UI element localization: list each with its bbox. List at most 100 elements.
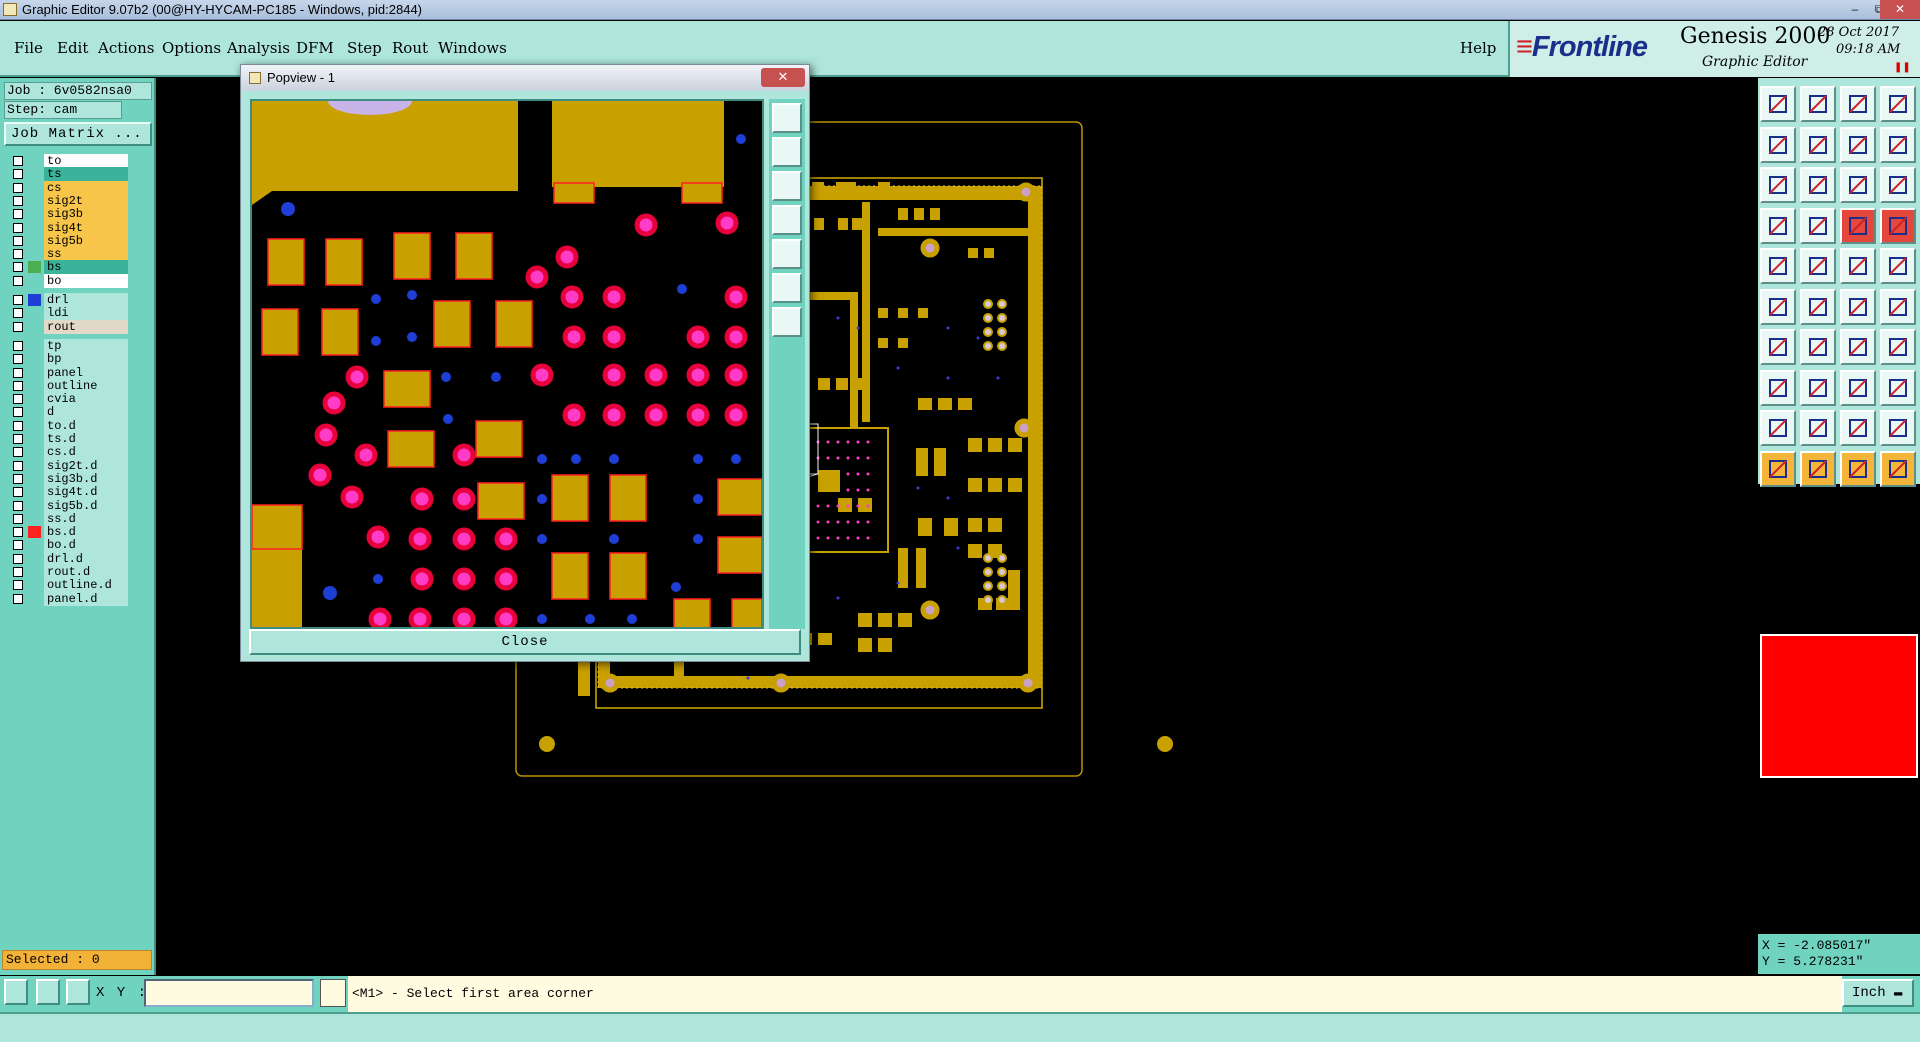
menu-file[interactable]: File — [14, 39, 43, 57]
layer-row-cs[interactable]: cs — [8, 180, 128, 195]
layer-checkbox[interactable] — [13, 527, 23, 538]
layer-checkbox[interactable] — [13, 295, 23, 305]
layer-row-sig4t[interactable]: sig4t — [8, 220, 128, 235]
layer-row-tp[interactable]: tp — [8, 338, 128, 353]
layer-name[interactable]: panel.d — [44, 591, 128, 606]
menu-edit[interactable]: Edit — [57, 39, 88, 57]
layer-checkbox[interactable] — [13, 513, 23, 524]
layer-row-bo-d[interactable]: bo.d — [8, 538, 128, 553]
layer-checkbox[interactable] — [13, 553, 23, 564]
delete-icon[interactable] — [1800, 288, 1836, 325]
popview-close-icon[interactable]: ✕ — [761, 68, 805, 87]
layer-checkbox[interactable] — [13, 460, 23, 471]
layer-name[interactable]: bo.d — [44, 538, 128, 553]
grid-icon[interactable] — [1840, 248, 1876, 284]
menu-options[interactable]: Options — [162, 39, 221, 57]
layer-checkbox[interactable] — [13, 321, 23, 332]
layer-row-ldi[interactable]: ldi — [8, 306, 128, 321]
minimize-button[interactable]: – — [1842, 0, 1868, 19]
snap-pad-icon[interactable] — [1880, 248, 1916, 284]
layer-row-sig3b-d[interactable]: sig3b.d — [8, 471, 128, 486]
menu-rout[interactable]: Rout — [392, 39, 428, 57]
connect-icon[interactable] — [1760, 288, 1796, 325]
zoom-in-icon[interactable] — [1760, 167, 1796, 203]
layer-name[interactable]: bp — [44, 352, 128, 367]
layer-checkbox[interactable] — [13, 262, 23, 273]
layer-row-sig5b-d[interactable]: sig5b.d — [8, 498, 128, 513]
popview-close-button[interactable]: Close — [249, 629, 801, 655]
layer-row-sig4t-d[interactable]: sig4t.d — [8, 485, 128, 500]
layer-row-cvia[interactable]: cvia — [8, 392, 128, 407]
popview-pan-right-icon[interactable] — [772, 239, 802, 269]
layer-checkbox[interactable] — [13, 434, 23, 444]
select-add-icon[interactable] — [1800, 450, 1836, 487]
layer-name[interactable]: ldi — [44, 306, 128, 321]
pan-icon[interactable] — [1800, 167, 1836, 203]
layer-name[interactable]: ss.d — [44, 511, 128, 526]
popview-pan-down-icon[interactable] — [772, 171, 802, 201]
grid-mode-icon[interactable] — [66, 979, 90, 1005]
resize-icon[interactable] — [1760, 369, 1796, 406]
layer-checkbox[interactable] — [13, 447, 23, 458]
group-icon[interactable] — [1880, 369, 1916, 406]
layer-name[interactable]: sig3b — [44, 207, 128, 222]
display-layer-icon[interactable] — [1760, 86, 1796, 122]
layer-name[interactable]: drl — [44, 293, 128, 307]
menu-actions[interactable]: Actions — [98, 39, 154, 57]
arc-shape-icon[interactable] — [1840, 410, 1876, 446]
layer-checkbox[interactable] — [13, 156, 23, 166]
layer-row-outline-d[interactable]: outline.d — [8, 578, 128, 593]
menu-dfm[interactable]: DFM — [296, 39, 334, 57]
layer-name[interactable]: sig2t — [44, 193, 128, 208]
layer-row-ss-d[interactable]: ss.d — [8, 511, 128, 526]
layer-row-ss[interactable]: ss — [8, 247, 128, 262]
display-next-icon[interactable] — [1800, 86, 1836, 122]
layer-name[interactable]: cvia — [44, 392, 128, 407]
layer-name[interactable]: to.d — [44, 418, 128, 433]
layer-checkbox[interactable] — [13, 473, 23, 484]
layer-row-sig2t-d[interactable]: sig2t.d — [8, 458, 128, 473]
layer-row-drl-d[interactable]: drl.d — [8, 551, 128, 566]
layer-name[interactable]: sig2t.d — [44, 458, 128, 473]
layer-row-sig2t[interactable]: sig2t — [8, 193, 128, 208]
layer-name[interactable]: bs.d — [44, 525, 128, 540]
layer-name[interactable]: panel — [44, 365, 128, 380]
layer-checkbox[interactable] — [13, 275, 23, 286]
popview-titlebar[interactable]: Popview - 1 ✕ — [241, 65, 809, 91]
zoom-home-icon[interactable] — [1840, 126, 1876, 163]
select-pointer-icon[interactable] — [1760, 450, 1796, 487]
layer-name[interactable]: ss — [44, 247, 128, 262]
rotate-icon[interactable] — [1840, 329, 1876, 365]
line-cut-icon[interactable] — [1800, 369, 1836, 406]
query-icon[interactable] — [1880, 167, 1916, 203]
layer-name[interactable]: tp — [44, 338, 128, 353]
layer-name[interactable]: bs — [44, 260, 128, 275]
popview-pan-left-icon[interactable] — [772, 205, 802, 235]
layer-checkbox[interactable] — [13, 249, 23, 260]
popview-pan-up-icon[interactable] — [772, 137, 802, 167]
layers-toggle-icon[interactable] — [1880, 207, 1916, 244]
layer-row-bp[interactable]: bp — [8, 352, 128, 367]
zoom-prev-icon[interactable] — [1760, 126, 1796, 163]
layer-row-to[interactable]: to — [8, 154, 128, 168]
layer-name[interactable]: outline.d — [44, 578, 128, 593]
snap-center-icon[interactable] — [1760, 248, 1796, 284]
menu-help[interactable]: Help — [1460, 39, 1496, 57]
move-icon[interactable] — [1880, 288, 1916, 325]
layer-row-panel[interactable]: panel — [8, 365, 128, 380]
layer-name[interactable]: sig3b.d — [44, 471, 128, 486]
scale-1-2-icon[interactable] — [1840, 167, 1876, 203]
layer-row-sig5b[interactable]: sig5b — [8, 233, 128, 248]
overview-minimap[interactable] — [1760, 634, 1918, 778]
layer-row-bo[interactable]: bo — [8, 273, 128, 288]
layer-name[interactable]: to — [44, 154, 128, 168]
layer-checkbox[interactable] — [13, 340, 23, 351]
layer-row-rout-d[interactable]: rout.d — [8, 565, 128, 579]
close-window-button[interactable]: ✕ — [1880, 0, 1920, 19]
layer-row-sig3b[interactable]: sig3b — [8, 207, 128, 222]
polygon-icon[interactable] — [1760, 410, 1796, 446]
layer-checkbox[interactable] — [13, 380, 23, 391]
units-selector[interactable]: Inch ▬ — [1842, 979, 1914, 1007]
draw-arc-icon[interactable] — [1800, 329, 1836, 365]
layer-checkbox[interactable] — [13, 420, 23, 431]
